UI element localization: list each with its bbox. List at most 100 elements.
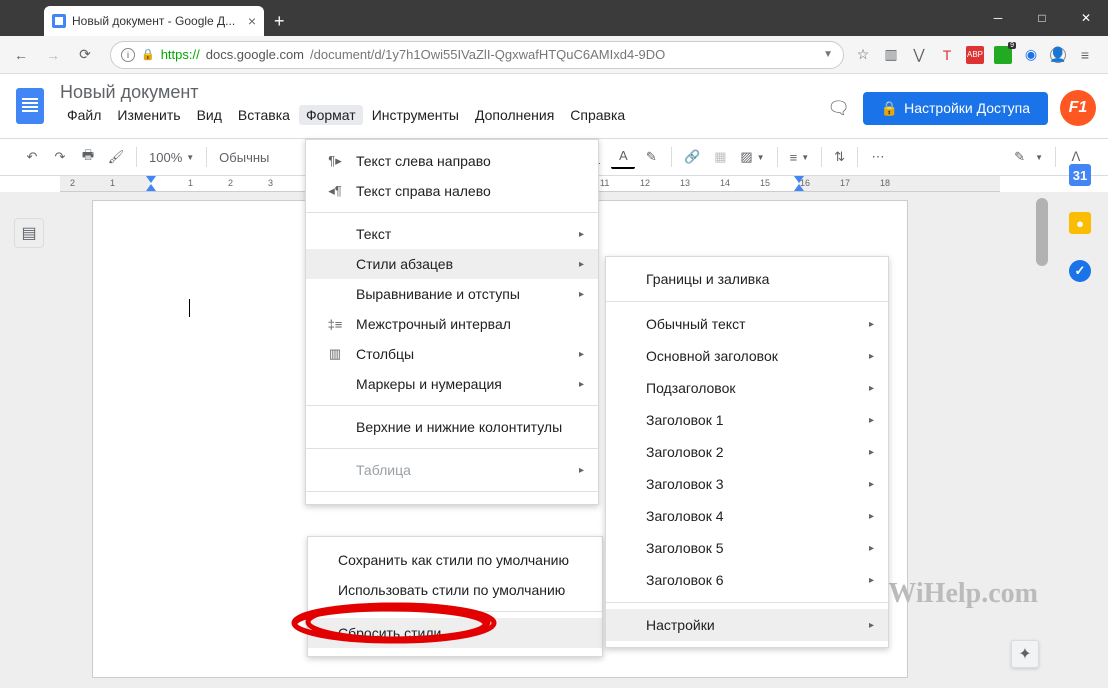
text-color-button[interactable]: A (611, 145, 635, 169)
menu-use-default[interactable]: Использовать стили по умолчанию (308, 575, 602, 605)
menu-line-spacing[interactable]: ‡≡Межстрочный интервал (306, 309, 598, 339)
submenu-h4[interactable]: Заголовок 4▸ (606, 500, 888, 532)
abp-icon[interactable]: ABP (966, 46, 984, 64)
share-label: Настройки Доступа (904, 100, 1030, 116)
comments-icon[interactable]: 🗨 (827, 96, 851, 120)
submenu-normal[interactable]: Обычный текст▸ (606, 308, 888, 340)
style-select[interactable]: Обычны (215, 150, 273, 165)
submenu-h2[interactable]: Заголовок 2▸ (606, 436, 888, 468)
keep-icon[interactable]: ● (1069, 212, 1091, 234)
submenu-subtitle[interactable]: Подзаголовок▸ (606, 372, 888, 404)
redo-button[interactable]: ↷ (48, 145, 72, 169)
close-icon[interactable]: × (248, 13, 256, 29)
vertical-scrollbar[interactable] (1034, 192, 1050, 688)
new-tab-button[interactable]: + (274, 11, 285, 32)
menu-align[interactable]: Выравнивание и отступы▸ (306, 279, 598, 309)
undo-button[interactable]: ↶ (20, 145, 44, 169)
menu-reset-styles[interactable]: Сбросить стили (308, 618, 602, 648)
link-button[interactable]: 🔗 (680, 145, 704, 169)
ltr-icon: ¶▸ (324, 150, 346, 172)
edit-mode-button[interactable]: ✎ ▼ (1010, 149, 1047, 165)
submenu-settings[interactable]: Настройки▸ (606, 609, 888, 641)
submenu-borders[interactable]: Границы и заливка (606, 263, 888, 295)
menu-headers-footers[interactable]: Верхние и нижние колонтитулы (306, 412, 598, 442)
back-button[interactable]: ← (6, 40, 36, 70)
align-button[interactable]: ≡▼ (786, 150, 814, 165)
menu-bullets[interactable]: Маркеры и нумерация▸ (306, 369, 598, 399)
submenu-h3[interactable]: Заголовок 3▸ (606, 468, 888, 500)
browser-tabstrip: Новый документ - Google Д... × + ─ □ ✕ (0, 0, 1108, 36)
menu-addons[interactable]: Дополнения (468, 105, 561, 125)
print-button[interactable]: 🖶 (76, 145, 100, 169)
menu-edit[interactable]: Изменить (110, 105, 187, 125)
indent-marker[interactable] (146, 176, 156, 183)
menu-help[interactable]: Справка (563, 105, 632, 125)
menu-format[interactable]: Формат (299, 105, 363, 125)
url-host: docs.google.com (206, 47, 304, 62)
submenu-title[interactable]: Основной заголовок▸ (606, 340, 888, 372)
linespacing-button[interactable]: ⇅ (830, 149, 849, 165)
calendar-icon[interactable]: 31 (1069, 164, 1091, 186)
menu-save-default[interactable]: Сохранить как стили по умолчанию (308, 545, 602, 575)
url-scheme: https:// (161, 47, 200, 62)
ext-t-icon[interactable]: T (938, 46, 956, 64)
indent-marker[interactable] (794, 176, 804, 183)
menu-tools[interactable]: Инструменты (365, 105, 466, 125)
minimize-button[interactable]: ─ (976, 0, 1020, 36)
image-button[interactable]: ▨▼ (736, 149, 768, 165)
extension-icons: ☆ ▥ ⋁ T ABP 9 ◉ 👤 ≡ (854, 46, 1102, 64)
window-controls: ─ □ ✕ (976, 0, 1108, 36)
dropdown-icon[interactable]: ▼ (823, 49, 833, 60)
menu-view[interactable]: Вид (190, 105, 229, 125)
pocket-icon[interactable]: ⋁ (910, 46, 928, 64)
close-button[interactable]: ✕ (1064, 0, 1108, 36)
ext-badge-icon[interactable]: 9 (994, 46, 1012, 64)
docs-logo[interactable] (12, 82, 48, 130)
menu-paragraph-styles[interactable]: Стили абзацев▸ (306, 249, 598, 279)
menu-insert[interactable]: Вставка (231, 105, 297, 125)
library-icon[interactable]: ▥ (882, 46, 900, 64)
share-button[interactable]: 🔒 Настройки Доступа (863, 92, 1048, 125)
browser-tab[interactable]: Новый документ - Google Д... × (44, 6, 264, 36)
tab-title: Новый документ - Google Д... (72, 14, 235, 28)
paragraph-styles-submenu: Границы и заливка Обычный текст▸ Основно… (605, 256, 889, 648)
menu-ltr[interactable]: ¶▸Текст слева направо (306, 146, 598, 176)
maximize-button[interactable]: □ (1020, 0, 1064, 36)
f1-avatar[interactable]: F1 (1060, 90, 1096, 126)
url-input[interactable]: i 🔒 https://docs.google.com/document/d/1… (110, 41, 844, 69)
explore-button[interactable]: ✦ (1011, 640, 1039, 668)
docs-favicon (52, 14, 66, 28)
styles-actions-menu: Сохранить как стили по умолчанию Использ… (307, 536, 603, 657)
indent-marker[interactable] (794, 184, 804, 191)
highlight-button[interactable]: ✎ (639, 145, 663, 169)
docs-header: Новый документ Файл Изменить Вид Вставка… (0, 74, 1108, 138)
outline-button[interactable]: ▤ (14, 218, 44, 248)
side-panel: 31 ● ✓ (1052, 154, 1108, 282)
document-title[interactable]: Новый документ (60, 82, 827, 103)
indent-marker[interactable] (146, 184, 156, 191)
camera-icon[interactable]: ◉ (1022, 46, 1040, 64)
columns-icon: ▥ (324, 343, 346, 365)
text-cursor (189, 299, 190, 317)
account-icon[interactable]: 👤 (1050, 47, 1066, 63)
more-button[interactable]: ⋯ (866, 145, 890, 169)
rtl-icon: ◂¶ (324, 180, 346, 202)
line-spacing-icon: ‡≡ (324, 313, 346, 335)
menu-text[interactable]: Текст▸ (306, 219, 598, 249)
tasks-icon[interactable]: ✓ (1069, 260, 1091, 282)
reload-button[interactable]: ⟳ (70, 40, 100, 70)
menu-columns[interactable]: ▥Столбцы▸ (306, 339, 598, 369)
url-path: /document/d/1y7h1Owi55IVaZlI-QgxwafHTQuC… (310, 47, 665, 62)
menu-file[interactable]: Файл (60, 105, 108, 125)
forward-button[interactable]: → (38, 40, 68, 70)
comment-button[interactable]: ▦ (708, 145, 732, 169)
star-icon[interactable]: ☆ (854, 46, 872, 64)
zoom-select[interactable]: 100%▼ (145, 150, 198, 165)
paint-format-button[interactable]: 🖌 (104, 145, 128, 169)
menu-rtl[interactable]: ◂¶Текст справа налево (306, 176, 598, 206)
hamburger-icon[interactable]: ≡ (1076, 46, 1094, 64)
submenu-h1[interactable]: Заголовок 1▸ (606, 404, 888, 436)
submenu-h5[interactable]: Заголовок 5▸ (606, 532, 888, 564)
lock-icon: 🔒 (141, 48, 155, 61)
submenu-h6[interactable]: Заголовок 6▸ (606, 564, 888, 596)
